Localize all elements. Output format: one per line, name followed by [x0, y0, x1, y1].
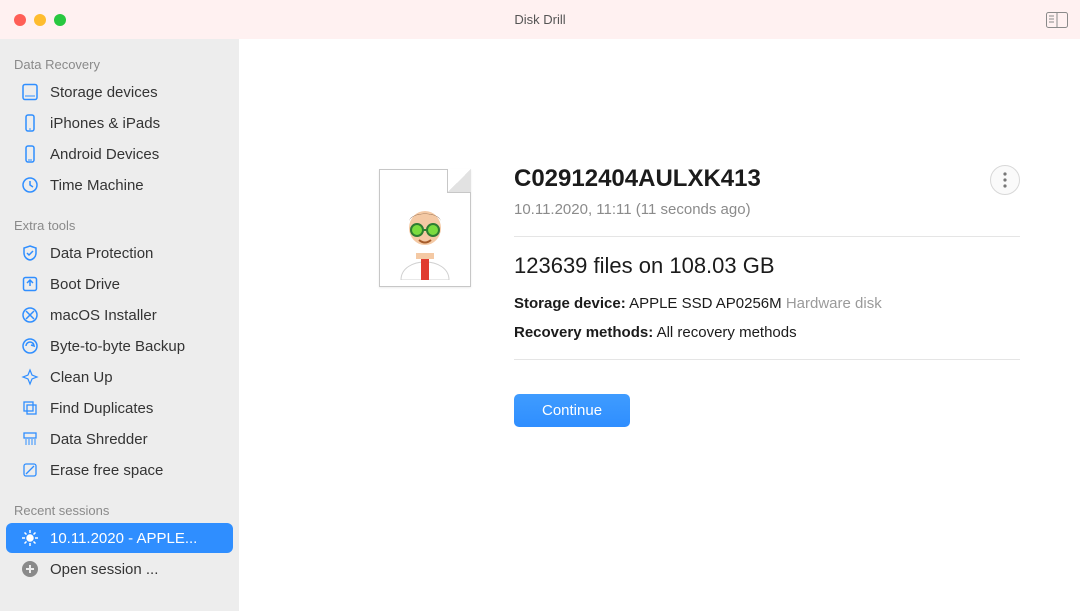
storage-device-label: Storage device: — [514, 295, 626, 312]
sidebar-item-time-machine[interactable]: Time Machine — [6, 170, 233, 200]
sidebar-item-label: Boot Drive — [50, 276, 120, 293]
sidebar-item-label: Find Duplicates — [50, 400, 153, 417]
window-controls — [14, 14, 66, 26]
android-icon — [20, 144, 40, 164]
hdd-icon — [20, 82, 40, 102]
session-file-icon — [379, 169, 471, 289]
app-window: Disk Drill Data Recovery Storage devices… — [0, 0, 1080, 611]
sidebar-item-label: macOS Installer — [50, 307, 157, 324]
close-window-button[interactable] — [14, 14, 26, 26]
gear-icon — [20, 528, 40, 548]
divider — [514, 236, 1020, 237]
plus-circle-icon — [20, 559, 40, 579]
sidebar-item-android-devices[interactable]: Android Devices — [6, 139, 233, 169]
recovery-methods-label: Recovery methods: — [514, 324, 653, 341]
toggle-panel-button[interactable] — [1046, 12, 1068, 28]
sidebar-section-recent-sessions: Recent sessions — [0, 495, 239, 522]
sidebar-item-label: Erase free space — [50, 462, 163, 479]
storage-device-value: APPLE SSD AP0256M — [629, 295, 782, 312]
sidebar-item-macos-installer[interactable]: macOS Installer — [6, 300, 233, 330]
sidebar-item-label: 10.11.2020 - APPLE... — [50, 530, 197, 547]
sidebar-item-label: Data Shredder — [50, 431, 148, 448]
boot-drive-icon — [20, 274, 40, 294]
iphone-icon — [20, 113, 40, 133]
sidebar: Data Recovery Storage devices iPhones & … — [0, 39, 239, 611]
sidebar-item-boot-drive[interactable]: Boot Drive — [6, 269, 233, 299]
backup-icon — [20, 336, 40, 356]
recovery-methods-row: Recovery methods: All recovery methods — [514, 324, 1020, 341]
titlebar: Disk Drill — [0, 0, 1080, 39]
sidebar-item-label: iPhones & iPads — [50, 115, 160, 132]
more-vertical-icon — [1003, 172, 1007, 188]
recovery-methods-value: All recovery methods — [657, 324, 797, 341]
sidebar-item-label: Storage devices — [50, 84, 158, 101]
sidebar-item-recent-session[interactable]: 10.11.2020 - APPLE... — [6, 523, 233, 553]
storage-device-row: Storage device: APPLE SSD AP0256M Hardwa… — [514, 295, 1020, 312]
session-details: C02912404AULXK413 10.11.2020, 11:11 (11 … — [514, 165, 1020, 427]
session-subtitle: 10.11.2020, 11:11 (11 seconds ago) — [514, 201, 1020, 218]
sidebar-item-label: Data Protection — [50, 245, 153, 262]
sidebar-item-label: Byte-to-byte Backup — [50, 338, 185, 355]
avatar-illustration — [391, 208, 459, 280]
window-title: Disk Drill — [514, 12, 565, 27]
main-panel: C02912404AULXK413 10.11.2020, 11:11 (11 … — [239, 39, 1080, 611]
app-body: Data Recovery Storage devices iPhones & … — [0, 39, 1080, 611]
sidebar-item-label: Clean Up — [50, 369, 113, 386]
shield-icon — [20, 243, 40, 263]
sidebar-item-data-protection[interactable]: Data Protection — [6, 238, 233, 268]
shredder-icon — [20, 429, 40, 449]
continue-button[interactable]: Continue — [514, 394, 630, 427]
erase-icon — [20, 460, 40, 480]
minimize-window-button[interactable] — [34, 14, 46, 26]
duplicates-icon — [20, 398, 40, 418]
files-summary: 123639 files on 108.03 GB — [514, 253, 1020, 279]
fullscreen-window-button[interactable] — [54, 14, 66, 26]
more-options-button[interactable] — [990, 165, 1020, 195]
storage-device-type: Hardware disk — [786, 295, 882, 312]
sidebar-item-clean-up[interactable]: Clean Up — [6, 362, 233, 392]
divider — [514, 359, 1020, 360]
sidebar-item-erase-free-space[interactable]: Erase free space — [6, 455, 233, 485]
sidebar-item-iphones-ipads[interactable]: iPhones & iPads — [6, 108, 233, 138]
session-title: C02912404AULXK413 — [514, 165, 1020, 193]
sidebar-item-label: Time Machine — [50, 177, 144, 194]
sidebar-section-data-recovery: Data Recovery — [0, 49, 239, 76]
sidebar-item-data-shredder[interactable]: Data Shredder — [6, 424, 233, 454]
installer-icon — [20, 305, 40, 325]
sidebar-item-storage-devices[interactable]: Storage devices — [6, 77, 233, 107]
sidebar-section-extra-tools: Extra tools — [0, 210, 239, 237]
sidebar-item-open-session[interactable]: Open session ... — [6, 554, 233, 584]
time-machine-icon — [20, 175, 40, 195]
sidebar-item-label: Android Devices — [50, 146, 159, 163]
sidebar-item-byte-to-byte-backup[interactable]: Byte-to-byte Backup — [6, 331, 233, 361]
sidebar-item-label: Open session ... — [50, 561, 158, 578]
sparkle-icon — [20, 367, 40, 387]
sidebar-item-find-duplicates[interactable]: Find Duplicates — [6, 393, 233, 423]
